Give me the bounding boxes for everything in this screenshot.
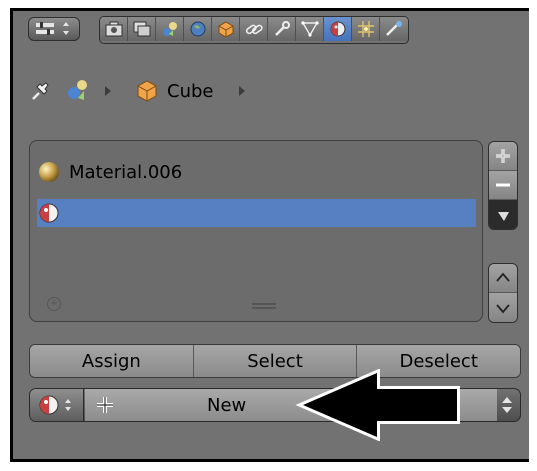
specials-menu-button[interactable] [489, 200, 517, 229]
texture-icon [357, 21, 374, 37]
material-slot-name: Material.006 [69, 161, 183, 183]
editor-type-button[interactable] [28, 17, 80, 41]
empty-material-icon [39, 203, 59, 223]
breadcrumb-separator-icon [105, 86, 111, 96]
breadcrumb: Cube [27, 77, 275, 105]
properties-editor-icon [36, 22, 69, 35]
render-icon [105, 21, 122, 37]
list-resize-grip[interactable] [252, 303, 276, 309]
tab-texture[interactable] [352, 17, 380, 41]
add-slot-button[interactable] [489, 142, 517, 171]
scene-icon [162, 22, 177, 36]
specials-menu-icon [498, 211, 509, 221]
tab-material[interactable] [324, 17, 352, 41]
pin-icon[interactable] [27, 78, 53, 104]
remove-slot-button[interactable] [489, 171, 517, 200]
material-slot-list: Material.006 + [29, 140, 483, 322]
world-icon [190, 21, 205, 37]
move-down-icon [496, 303, 510, 313]
object-data-icon [300, 21, 319, 37]
move-slot-up-button[interactable] [489, 264, 517, 293]
screenshot-frame: Cube Material.006 + Assign Select Desele… [0, 0, 537, 471]
move-slot-down-button[interactable] [489, 293, 517, 322]
slot-move-buttons [488, 263, 518, 323]
scene-icon [68, 80, 87, 100]
tab-object-data[interactable] [296, 17, 324, 41]
tab-constraints[interactable] [240, 17, 268, 41]
properties-header [13, 11, 529, 49]
physics-icon [386, 21, 402, 36]
render-layers-icon [133, 21, 150, 37]
plus-icon [496, 149, 510, 163]
new-material-label: New [207, 394, 247, 416]
material-browse-icon [39, 395, 71, 415]
modifiers-icon [274, 21, 290, 36]
tab-modifiers[interactable] [268, 17, 296, 41]
plus-icon [97, 397, 113, 413]
move-up-icon [496, 272, 510, 282]
browse-material-button[interactable] [30, 389, 84, 421]
material-icon [330, 21, 345, 37]
tab-render-layers[interactable] [128, 17, 156, 41]
tab-render[interactable] [100, 17, 128, 41]
tab-physics[interactable] [380, 17, 408, 41]
minus-icon [496, 183, 510, 187]
context-tabs [99, 16, 409, 44]
list-item[interactable]: Material.006 [37, 158, 476, 186]
object-icon [218, 21, 233, 38]
chevron-updown-icon[interactable] [500, 396, 514, 414]
constraints-icon [245, 24, 263, 35]
tab-object[interactable] [212, 17, 240, 41]
tab-scene[interactable] [156, 17, 184, 41]
tab-world[interactable] [184, 17, 212, 41]
assign-button[interactable]: Assign [30, 345, 194, 377]
slot-edit-buttons [488, 141, 518, 230]
list-filter-icon[interactable]: + [47, 297, 61, 311]
material-sphere-icon [39, 162, 59, 182]
annotation-arrow-icon [295, 369, 460, 441]
breadcrumb-object: Cube [167, 80, 214, 102]
object-icon [137, 80, 157, 102]
list-item-selected[interactable] [37, 199, 476, 227]
breadcrumb-separator-icon [239, 86, 246, 96]
